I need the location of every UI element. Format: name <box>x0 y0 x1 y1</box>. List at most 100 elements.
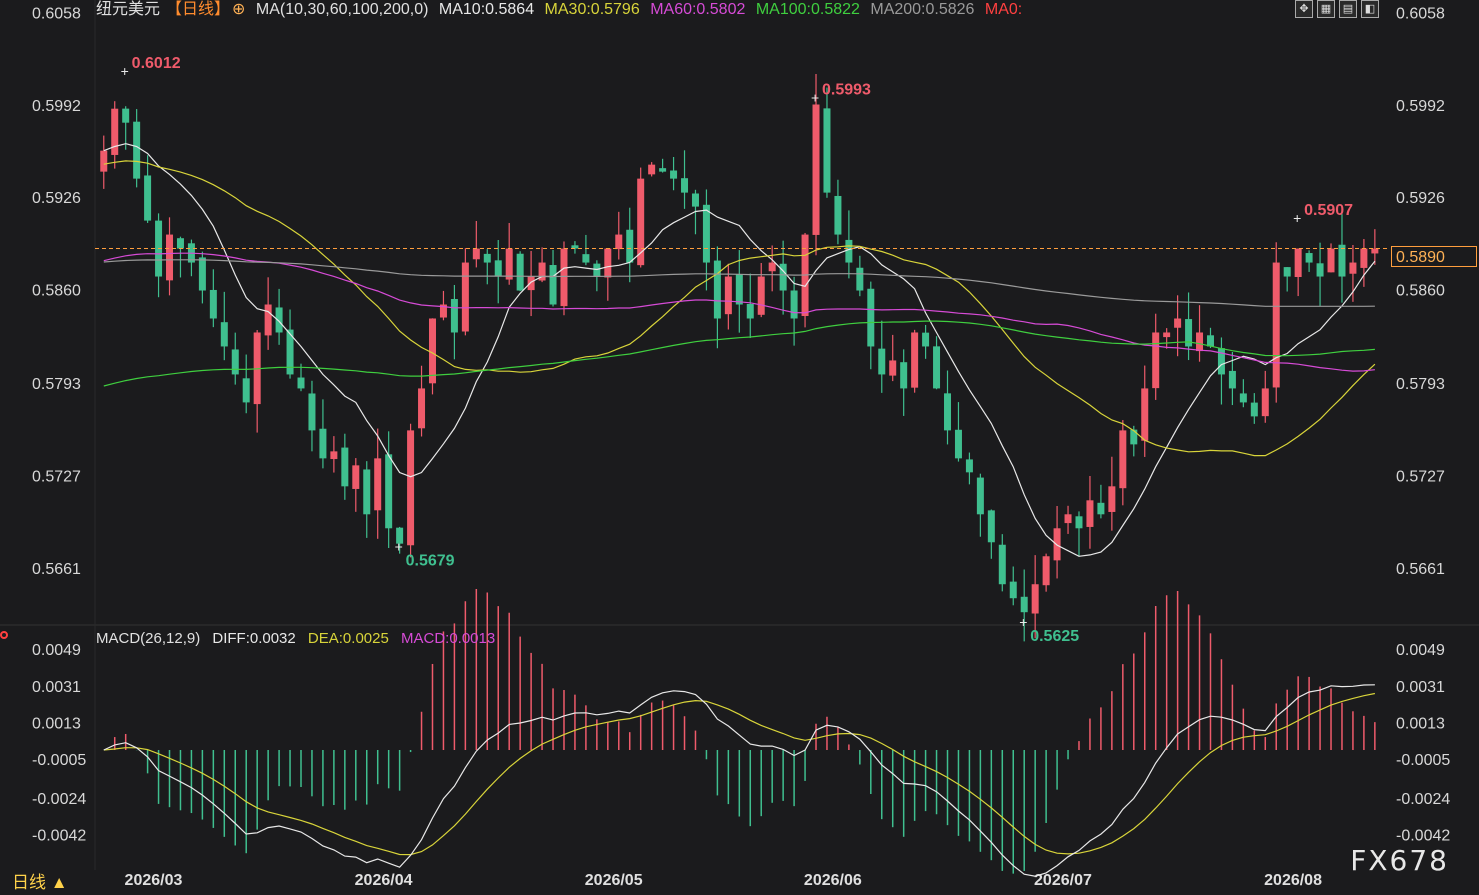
macd-tick-left: 0.0031 <box>32 679 81 696</box>
macd-tick-left: -0.0024 <box>32 791 86 808</box>
price-tick-left: 0.5992 <box>32 98 81 115</box>
candle-body <box>198 257 206 291</box>
candle-body <box>1152 332 1160 389</box>
extreme-marker: + <box>1019 614 1027 630</box>
alert-dot-icon[interactable] <box>0 631 8 639</box>
x-tick-label: 2026/04 <box>355 872 413 889</box>
extreme-marker: + <box>121 63 129 79</box>
candle-body <box>330 451 338 460</box>
candle-body <box>1042 556 1050 586</box>
high-annotation: 0.5907 <box>1304 202 1353 219</box>
macd-legend: MACD(26,12,9) DIFF:0.0032 DEA:0.0025 MAC… <box>96 630 503 647</box>
price-tick-right: 0.6058 <box>1396 6 1445 23</box>
candle-body <box>1316 263 1324 277</box>
extreme-marker: + <box>1293 210 1301 226</box>
x-tick-label: 2026/08 <box>1264 872 1322 889</box>
candle-body <box>1349 262 1357 274</box>
candle-body <box>242 378 250 403</box>
candle-body <box>933 346 941 389</box>
macd-tick-right: 0.0013 <box>1396 716 1445 733</box>
candle-body <box>867 288 875 347</box>
price-tick-left: 0.5860 <box>32 283 81 300</box>
panel-icon[interactable]: ◧ <box>1361 0 1379 18</box>
candle-body <box>1108 486 1116 512</box>
candle-body <box>1196 332 1204 352</box>
candle-body <box>1206 335 1214 347</box>
candle-body <box>856 267 864 291</box>
ma-settings-icon[interactable]: ⊕ <box>232 1 245 18</box>
candle-body <box>549 265 557 305</box>
candle-body <box>944 393 952 431</box>
candle-body <box>670 170 678 179</box>
candle-body <box>1327 248 1335 273</box>
candle-body <box>812 104 820 235</box>
candle-body <box>1371 248 1379 254</box>
candle-body <box>659 168 667 172</box>
candle-body <box>648 164 656 175</box>
candle-body <box>1163 332 1171 338</box>
candle-body <box>834 195 842 235</box>
chart-canvas[interactable]: 0.6058 0.6058 0.5992 0.5992 0.5926 0.5926 0.58… <box>0 0 1479 895</box>
ma10-line <box>103 143 1376 557</box>
price-tick-left: 0.5661 <box>32 561 81 578</box>
candle-body <box>976 477 984 515</box>
chart-icon[interactable]: ▤ <box>1339 0 1357 18</box>
candle-body <box>713 260 721 319</box>
candle-body <box>560 248 568 307</box>
candle-body <box>220 322 228 347</box>
candle-body <box>1130 429 1138 445</box>
candle-body <box>122 108 130 123</box>
candle-body <box>1228 370 1236 389</box>
candle-body <box>823 108 831 193</box>
candle-body <box>845 239 853 263</box>
price-tick-right: 0.5926 <box>1396 190 1445 207</box>
candle-body <box>1360 248 1368 268</box>
macd-tick-right: -0.0024 <box>1396 791 1450 808</box>
candle-body <box>144 175 152 221</box>
candle-body <box>1064 514 1072 524</box>
candle-body <box>428 318 436 384</box>
candle-body <box>363 469 371 515</box>
candle-body <box>385 454 393 529</box>
chart-toolbar: ✥ ▦ ▤ ◧ <box>1295 0 1379 18</box>
ma100-value: MA100:0.5822 <box>755 1 860 18</box>
extreme-marker: + <box>395 539 403 555</box>
ma200-value: MA200:0.5826 <box>870 1 975 18</box>
candle-body <box>582 254 590 263</box>
low-annotation: 0.5679 <box>406 553 455 570</box>
candle-body <box>922 332 930 347</box>
candle-body <box>308 393 316 431</box>
x-tick-label: 2026/03 <box>125 872 183 889</box>
price-tick-right: 0.5860 <box>1396 283 1445 300</box>
ma-params: MA(10,30,60,100,200,0) <box>255 1 429 18</box>
macd-tick-right: -0.0005 <box>1396 752 1450 769</box>
candle-body <box>746 304 754 319</box>
candle-body <box>1119 430 1127 489</box>
macd-tick-right: -0.0042 <box>1396 828 1450 845</box>
candle-body <box>483 253 491 263</box>
price-tick-left: 0.5926 <box>32 190 81 207</box>
last-price-label: 0.5890 <box>1391 246 1477 267</box>
price-tick-right: 0.5661 <box>1396 561 1445 578</box>
candle-body <box>1261 388 1269 417</box>
candle-body <box>691 193 699 207</box>
candle-body <box>527 276 535 291</box>
high-annotation: 0.5993 <box>822 82 871 99</box>
layout-icon[interactable]: ▦ <box>1317 0 1335 18</box>
candle-body <box>450 299 458 333</box>
period-selector[interactable]: 日线 ▲ <box>12 868 68 893</box>
ma10-value: MA10:0.5864 <box>438 1 535 18</box>
period-tag[interactable]: 【日线】 <box>166 1 230 18</box>
candle-body <box>418 388 426 429</box>
candle-body <box>702 204 710 263</box>
candle-body <box>1272 262 1280 388</box>
high-annotation: 0.6012 <box>132 55 181 72</box>
candle-body <box>297 377 305 389</box>
expand-icon[interactable]: ✥ <box>1295 0 1313 18</box>
macd-params: MACD(26,12,9) <box>96 630 201 647</box>
price-tick-left: 0.5727 <box>32 469 81 486</box>
ma0-value: MA0: <box>984 1 1023 18</box>
candle-body <box>231 349 239 375</box>
macd-value: MACD:0.0013 <box>400 630 496 647</box>
candle-body <box>1075 516 1083 529</box>
